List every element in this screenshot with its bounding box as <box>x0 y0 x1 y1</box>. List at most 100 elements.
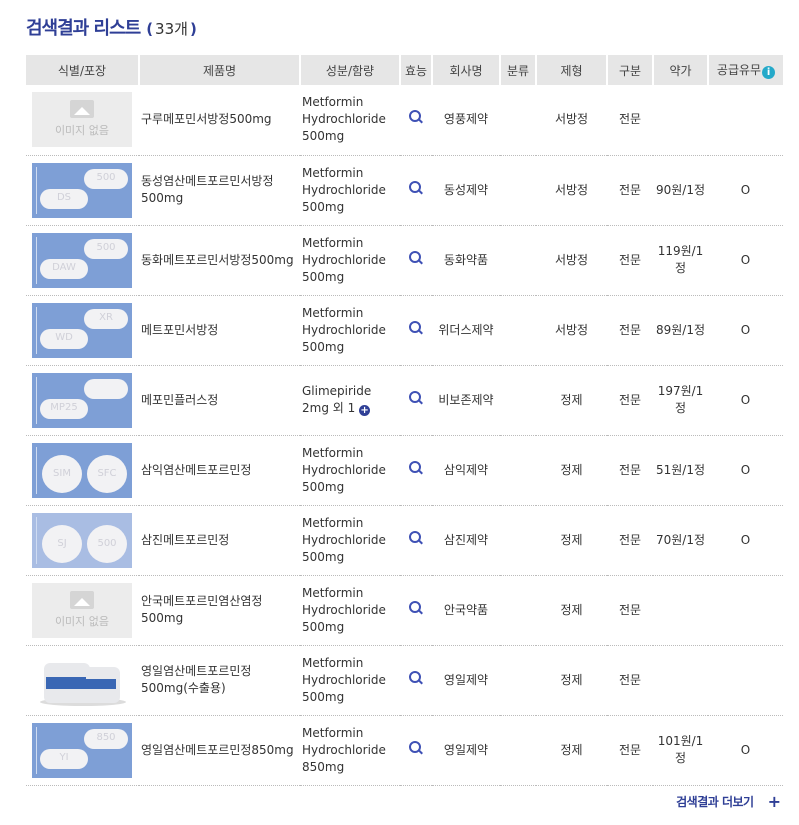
no-image-placeholder[interactable]: 이미지 없음 <box>32 582 132 638</box>
product-name[interactable]: 영일염산메트포르민정850mg <box>139 715 300 786</box>
form-cell: 정제 <box>536 645 607 716</box>
efficacy-cell <box>400 85 432 156</box>
pill-image[interactable]: 500 DS <box>32 162 132 218</box>
more-results-button[interactable]: 검색결과 더보기 + <box>676 792 781 811</box>
form-cell: 서방정 <box>536 155 607 226</box>
ingredient-cell: Metformin Hydrochloride 500mg <box>300 575 400 646</box>
col-header-type: 구분 <box>606 55 653 85</box>
type-cell: 전문 <box>607 505 653 576</box>
company-cell: 영일제약 <box>432 715 500 786</box>
type-cell: 전문 <box>607 645 653 716</box>
search-icon[interactable] <box>409 600 423 615</box>
product-name[interactable]: 영일염산메트포르민정500mg(수출용) <box>139 645 300 716</box>
efficacy-cell <box>400 505 432 576</box>
col-header-company: 회사명 <box>431 55 500 85</box>
table-row[interactable]: 850 YI 영일염산메트포르민정850mg Metformin Hydroch… <box>26 715 783 786</box>
product-name[interactable]: 삼익염산메트포르민정 <box>139 435 300 506</box>
table-row[interactable]: 이미지 없음 구루메포민서방정500mg Metformin Hydrochlo… <box>26 85 783 156</box>
product-name[interactable]: 메포민플러스정 <box>139 365 300 436</box>
table-row[interactable]: 500 DAW 동화메트포르민서방정500mg Metformin Hydroc… <box>26 225 783 296</box>
package-image[interactable] <box>32 652 132 708</box>
search-icon[interactable] <box>409 110 423 124</box>
efficacy-cell <box>400 715 432 786</box>
col-header-efficacy: 효능 <box>399 55 432 85</box>
efficacy-cell <box>400 365 432 436</box>
table-row[interactable]: SIM SFC 삼익염산메트포르민정 Metformin Hydrochlori… <box>26 435 783 506</box>
pill-image[interactable]: 850 YI <box>32 722 132 778</box>
ingredient-cell: Metformin Hydrochloride 500mg <box>300 85 400 156</box>
result-header: 검색결과 리스트 (33개) <box>26 14 197 42</box>
search-icon[interactable] <box>409 530 423 545</box>
image-icon <box>70 590 94 609</box>
supply-cell <box>708 645 783 716</box>
efficacy-cell <box>400 155 432 226</box>
price-cell <box>653 85 708 156</box>
company-cell: 위더스제약 <box>432 295 500 366</box>
more-results-label: 검색결과 더보기 <box>676 795 754 809</box>
ingredient-cell: Metformin Hydrochloride 500mg <box>300 155 400 226</box>
product-name[interactable]: 메트포민서방정 <box>139 295 300 366</box>
company-cell: 삼진제약 <box>432 505 500 576</box>
product-name[interactable]: 안국메트포르민염산염정500mg <box>139 575 300 646</box>
company-cell: 안국약품 <box>432 575 500 646</box>
price-cell: 101원/1정 <box>653 715 708 786</box>
product-name[interactable]: 삼진메트포르민정 <box>139 505 300 576</box>
company-cell: 영풍제약 <box>432 85 500 156</box>
ingredient-cell: Metformin Hydrochloride 500mg <box>300 435 400 506</box>
product-name[interactable]: 동성염산메트포르민서방정500mg <box>139 155 300 226</box>
no-image-placeholder[interactable]: 이미지 없음 <box>32 92 132 148</box>
pill-image[interactable]: 500 DAW <box>32 232 132 288</box>
company-cell: 영일제약 <box>432 645 500 716</box>
form-cell: 서방정 <box>536 295 607 366</box>
supply-cell <box>708 85 783 156</box>
company-cell: 동화약품 <box>432 225 500 296</box>
table-row[interactable]: 영일염산메트포르민정500mg(수출용) Metformin Hydrochlo… <box>26 645 783 716</box>
price-cell: 197원/1정 <box>653 365 708 436</box>
efficacy-cell <box>400 645 432 716</box>
product-name[interactable]: 구루메포민서방정500mg <box>139 85 300 156</box>
search-icon[interactable] <box>409 180 423 195</box>
search-icon[interactable] <box>409 740 423 755</box>
search-icon[interactable] <box>409 390 423 405</box>
category-cell <box>500 365 536 436</box>
col-header-name: 제품명 <box>138 55 300 85</box>
image-cell: MP25 <box>26 365 139 436</box>
table-row[interactable]: SJ 500 삼진메트포르민정 Metformin Hydrochloride … <box>26 505 783 576</box>
table-row[interactable]: XR WD 메트포민서방정 Metformin Hydrochloride 50… <box>26 295 783 366</box>
efficacy-cell <box>400 295 432 366</box>
category-cell <box>500 505 536 576</box>
category-cell <box>500 295 536 366</box>
type-cell: 전문 <box>607 225 653 296</box>
table-row[interactable]: 500 DS 동성염산메트포르민서방정500mg Metformin Hydro… <box>26 155 783 226</box>
table-row[interactable]: MP25 메포민플러스정 Glimepiride 2mg 외 1 + 비보존제약… <box>26 365 783 436</box>
result-count: (33개) <box>146 20 197 38</box>
category-cell <box>500 225 536 296</box>
product-name[interactable]: 동화메트포르민서방정500mg <box>139 225 300 296</box>
pill-image[interactable]: MP25 <box>32 372 132 428</box>
image-cell: SIM SFC <box>26 435 139 506</box>
result-table: 식별/포장 제품명 성분/함량 효능 회사명 분류 제형 구분 약가 공급유무 i… <box>26 55 783 786</box>
pill-image[interactable]: XR WD <box>32 302 132 358</box>
price-cell <box>653 575 708 646</box>
col-header-supply: 공급유무 i <box>707 55 783 85</box>
more-ingredients-icon[interactable]: + <box>359 405 371 416</box>
search-icon[interactable] <box>409 320 423 335</box>
search-icon[interactable] <box>409 250 423 265</box>
category-cell <box>500 155 536 226</box>
col-header-price: 약가 <box>652 55 708 85</box>
table-row[interactable]: 이미지 없음 안국메트포르민염산염정500mg Metformin Hydroc… <box>26 575 783 646</box>
pill-image[interactable]: SIM SFC <box>32 442 132 498</box>
category-cell <box>500 435 536 506</box>
company-cell: 동성제약 <box>432 155 500 226</box>
search-icon[interactable] <box>409 460 423 475</box>
price-cell: 90원/1정 <box>653 155 708 226</box>
info-icon[interactable]: i <box>762 66 776 79</box>
category-cell <box>500 85 536 156</box>
pill-image[interactable]: SJ 500 <box>32 512 132 568</box>
ingredient-cell: Metformin Hydrochloride 850mg <box>300 715 400 786</box>
form-cell: 정제 <box>536 715 607 786</box>
form-cell: 정제 <box>536 505 607 576</box>
search-icon[interactable] <box>409 670 423 685</box>
type-cell: 전문 <box>607 365 653 436</box>
efficacy-cell <box>400 225 432 296</box>
